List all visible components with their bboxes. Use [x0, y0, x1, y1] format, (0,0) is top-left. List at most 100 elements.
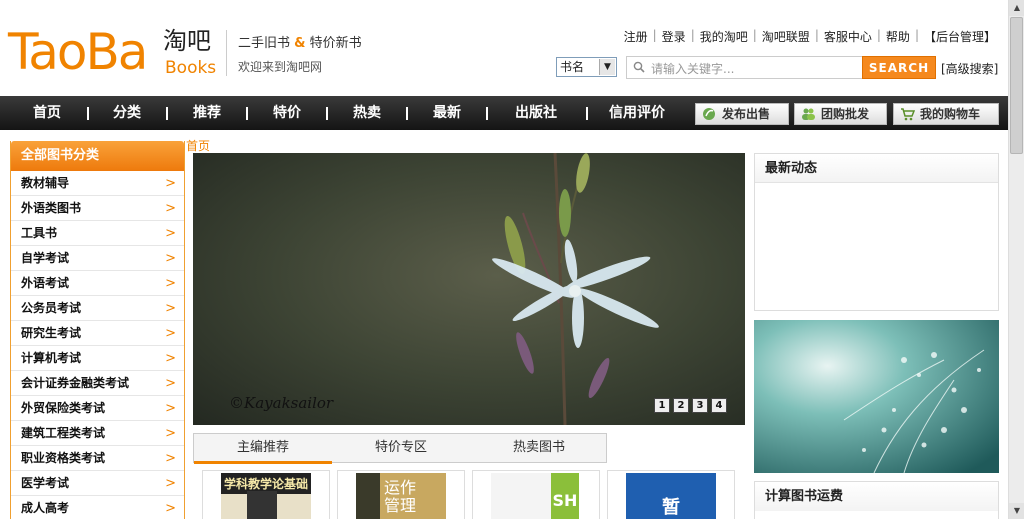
link-login[interactable]: 登录: [662, 28, 686, 45]
bokeh-photo: [754, 320, 999, 473]
logo-cn: 淘吧: [163, 27, 211, 55]
site-logo[interactable]: TaoBa 淘吧 Books: [8, 22, 218, 82]
book-cover-title: 运作管理: [384, 478, 417, 515]
nav-category[interactable]: 分类: [98, 96, 156, 130]
cart-button[interactable]: 我的购物车: [893, 103, 999, 125]
flower-photo: ©Kayaksailor: [193, 153, 745, 425]
advanced-search-link[interactable]: [高级搜索]: [941, 60, 998, 77]
banner-page-3[interactable]: 3: [692, 398, 708, 413]
scroll-thumb[interactable]: [1010, 17, 1023, 154]
chevron-right-icon: >: [165, 476, 176, 491]
group-buy-button[interactable]: 团购批发: [794, 103, 887, 125]
category-item[interactable]: 公务员考试 >: [11, 296, 184, 321]
book-tile[interactable]: 暂: [607, 470, 735, 519]
shipping-calc-title: 计算图书运费: [755, 482, 998, 511]
chevron-right-icon: >: [165, 351, 176, 366]
book-tile[interactable]: SH: [472, 470, 600, 519]
news-panel: 最新动态: [754, 153, 999, 311]
link-help[interactable]: 帮助: [886, 28, 910, 45]
chevron-right-icon: >: [165, 301, 176, 316]
slogan-b: 特价新书: [309, 36, 362, 51]
sidebar-title: 全部图书分类: [11, 141, 184, 171]
nav-publisher[interactable]: 出版社: [500, 96, 572, 130]
users-icon: [802, 108, 815, 120]
search-type-value: 书名: [560, 60, 585, 74]
leaf-icon: [703, 108, 715, 120]
category-sidebar: 全部图书分类 教材辅导 > 外语类图书 > 工具书 > 自学考试 > 外语考试 > 公务员…: [10, 141, 185, 519]
scroll-down-icon[interactable]: ▼: [1009, 503, 1024, 519]
tab-hot[interactable]: 热卖图书: [470, 434, 608, 464]
chevron-right-icon: >: [165, 376, 176, 391]
category-item[interactable]: 建筑工程类考试 >: [11, 421, 184, 446]
vertical-scrollbar[interactable]: ▲ ▼: [1008, 0, 1024, 519]
book-tile[interactable]: 运作管理: [337, 470, 465, 519]
nav-recommend[interactable]: 推荐: [178, 96, 236, 130]
category-item[interactable]: 外语类图书 >: [11, 196, 184, 221]
chevron-right-icon: >: [165, 276, 176, 291]
category-item[interactable]: 医学考试 >: [11, 471, 184, 496]
link-admin[interactable]: 【后台管理】: [924, 28, 996, 45]
slogan-a: 二手旧书: [238, 36, 291, 51]
chevron-right-icon: >: [165, 251, 176, 266]
category-item[interactable]: 自学考试 >: [11, 246, 184, 271]
nav-home[interactable]: 首页: [18, 96, 76, 130]
search-type-select[interactable]: 书名 ▼: [556, 57, 617, 77]
search-placeholder: 请输入关键字...: [651, 62, 735, 76]
promo-image[interactable]: [754, 320, 999, 473]
link-my-taoba[interactable]: 我的淘吧: [700, 28, 748, 45]
category-item[interactable]: 工具书 >: [11, 221, 184, 246]
top-links: 注册 | 登录 | 我的淘吧 | 淘吧联盟 | 客服中心 | 帮助 | 【后台管理】: [623, 28, 996, 45]
banner-page-4[interactable]: 4: [711, 398, 727, 413]
link-register[interactable]: 注册: [624, 28, 648, 45]
nav-special[interactable]: 特价: [258, 96, 316, 130]
tab-editor-picks[interactable]: 主编推荐: [194, 434, 332, 464]
book-cover-title: SH: [551, 473, 579, 519]
category-list: 教材辅导 > 外语类图书 > 工具书 > 自学考试 > 外语考试 > 公务员考试 > 研究生…: [11, 171, 184, 519]
group-buy-label: 团购批发: [821, 107, 870, 121]
link-service[interactable]: 客服中心: [824, 28, 872, 45]
nav-latest[interactable]: 最新: [418, 96, 476, 130]
slogan-amp: &: [294, 36, 306, 51]
search-icon: [633, 61, 645, 73]
chevron-right-icon: >: [165, 451, 176, 466]
category-item[interactable]: 教材辅导 >: [11, 171, 184, 196]
chevron-right-icon: >: [165, 401, 176, 416]
chevron-right-icon: >: [165, 326, 176, 341]
publish-sale-button[interactable]: 发布出售: [695, 103, 789, 125]
publish-sale-label: 发布出售: [722, 107, 771, 121]
category-item[interactable]: 外贸保险类考试 >: [11, 396, 184, 421]
category-item[interactable]: 计算机考试 >: [11, 346, 184, 371]
category-item[interactable]: 会计证券金融类考试 >: [11, 371, 184, 396]
tab-special[interactable]: 特价专区: [332, 434, 470, 464]
cart-icon: [901, 108, 915, 121]
category-item[interactable]: 研究生考试 >: [11, 321, 184, 346]
banner-slideshow[interactable]: ©Kayaksailor: [193, 153, 745, 425]
book-cover-title: 暂: [662, 497, 680, 518]
chevron-right-icon: >: [165, 426, 176, 441]
page: TaoBa 淘吧 Books 二手旧书 & 特价新书 欢迎来到淘吧网 注册 | 登…: [0, 0, 1024, 519]
search-button[interactable]: SEARCH: [862, 56, 936, 79]
logo-text: TaoBa: [8, 23, 148, 81]
chevron-down-icon: ▼: [599, 59, 615, 75]
cart-label: 我的购物车: [920, 107, 981, 121]
welcome-text: 欢迎来到淘吧网: [238, 60, 323, 74]
nav-hot[interactable]: 热卖: [338, 96, 396, 130]
category-item[interactable]: 成人高考 >: [11, 496, 184, 519]
shipping-calc-panel: 计算图书运费: [754, 481, 999, 519]
chevron-right-icon: >: [165, 201, 176, 216]
chevron-right-icon: >: [165, 176, 176, 191]
link-alliance[interactable]: 淘吧联盟: [762, 28, 810, 45]
header-divider: [226, 30, 227, 76]
nav-credit[interactable]: 信用评价: [600, 96, 674, 130]
scroll-up-icon[interactable]: ▲: [1009, 0, 1024, 16]
book-tile[interactable]: 学科教学论基础: [202, 470, 330, 519]
banner-watermark: ©Kayaksailor: [229, 394, 334, 412]
search-input[interactable]: 请输入关键字...: [626, 56, 863, 79]
banner-page-2[interactable]: 2: [673, 398, 689, 413]
news-title: 最新动态: [755, 154, 998, 183]
category-item[interactable]: 职业资格类考试 >: [11, 446, 184, 471]
breadcrumb[interactable]: 首页: [186, 137, 210, 154]
category-item[interactable]: 外语考试 >: [11, 271, 184, 296]
banner-page-1[interactable]: 1: [654, 398, 670, 413]
banner-pager: 1 2 3 4: [654, 398, 727, 413]
